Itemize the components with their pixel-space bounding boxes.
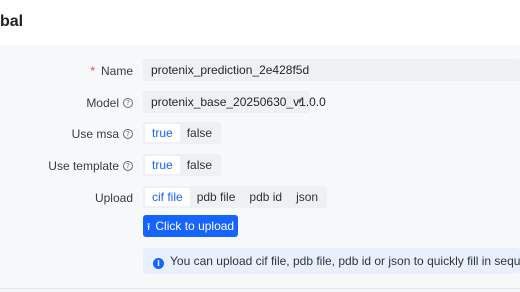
tab-pdb-id[interactable]: pdb id	[242, 188, 289, 206]
use-template-toggle: true false	[143, 154, 222, 176]
use-template-label-text: Use template	[48, 159, 119, 173]
info-text: You can upload cif file, pdb file, pdb i…	[170, 254, 520, 268]
model-label: Model ?	[86, 96, 133, 110]
tab-cif-file[interactable]: cif file	[145, 188, 190, 206]
use-msa-toggle: true false	[143, 122, 222, 144]
use-template-label: Use template ?	[48, 159, 133, 173]
upload-icon: ⭱	[146, 222, 151, 233]
page-title: bal	[0, 13, 24, 30]
tab-pdb-file[interactable]: pdb file	[190, 188, 243, 206]
use-template-false-option[interactable]: false	[180, 156, 219, 174]
page-header: bal	[0, 0, 520, 46]
upload-label: Upload	[95, 191, 133, 205]
divider	[0, 288, 520, 289]
chevron-down-icon: ▾	[297, 97, 302, 107]
tab-json[interactable]: json	[289, 188, 325, 206]
model-select[interactable]: protenix_base_20250630_v1.0.0 ▾	[143, 91, 326, 113]
info-circle-icon: i	[153, 258, 164, 269]
model-label-text: Model	[86, 96, 119, 110]
use-msa-label-text: Use msa	[71, 127, 119, 141]
required-mark: *	[90, 64, 95, 78]
name-label-text: Name	[100, 64, 133, 78]
use-template-true-option[interactable]: true	[145, 156, 180, 174]
upload-type-tabs: cif file pdb file pdb id json	[143, 186, 328, 208]
name-label: * Name	[90, 64, 133, 78]
question-circle-icon[interactable]: ?	[123, 161, 133, 171]
use-msa-false-option[interactable]: false	[180, 124, 219, 142]
question-circle-icon[interactable]: ?	[123, 129, 133, 139]
click-to-upload-button[interactable]: ⭱ Click to upload	[143, 215, 238, 237]
name-input[interactable]: protenix_prediction_2e428f5d	[143, 59, 520, 81]
question-circle-icon[interactable]: ?	[123, 98, 133, 108]
upload-label-text: Upload	[94, 191, 133, 205]
upload-button-label: Click to upload	[155, 219, 235, 233]
use-msa-label: Use msa ?	[72, 127, 133, 141]
use-msa-true-option[interactable]: true	[145, 124, 180, 142]
info-banner: i You can upload cif file, pdb file, pdb …	[143, 248, 520, 274]
